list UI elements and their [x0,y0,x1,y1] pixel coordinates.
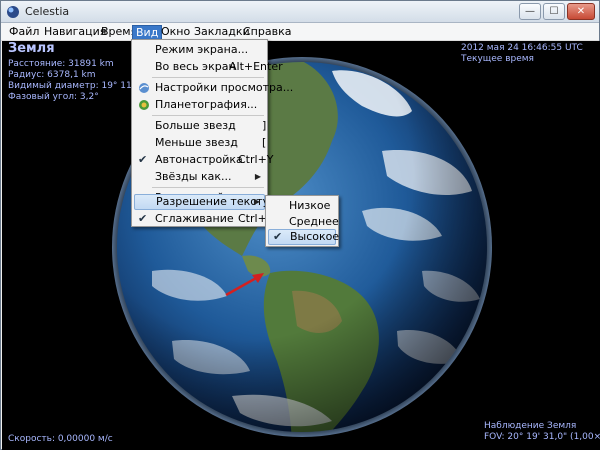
celestia-window: Celestia — ☐ ✕ Файл Навигация Время Вид … [0,0,600,450]
texture-resolution-submenu: Низкое Среднее ✔ Высокое [265,195,339,247]
view-options-icon [139,83,149,93]
menu-item-label: Сглаживание [155,212,234,225]
shortcut-label: ] [262,119,267,132]
menu-file[interactable]: Файл [6,25,42,40]
menu-separator [152,187,264,188]
shortcut-label: Alt+Enter [229,60,283,73]
menu-item-label: Режим экрана... [155,43,249,56]
menu-item-texture-low[interactable]: Низкое [268,198,336,214]
menu-help[interactable]: Справка [240,25,294,40]
menu-item-label: Больше звезд [155,119,236,132]
time-mode: Текущее время [461,54,534,64]
observation-target: Наблюдение Земля [484,421,577,431]
menu-item-label: Автонастройка [155,153,243,166]
menu-item-texture-resolution[interactable]: Разрешение текстур ▶ [134,194,276,210]
menu-item-planetography[interactable]: Планетография... [134,97,265,113]
menu-item-label: Высокое [290,230,340,243]
menu-item-view-options[interactable]: Настройки просмотра... [134,80,293,96]
menu-separator [152,77,264,78]
observer-panel: Наблюдение Земля FOV: 20° 19' 31,0" (1,0… [484,421,600,443]
menu-separator [152,115,264,116]
current-datetime: 2012 мая 24 16:46:55 UTC [461,43,583,53]
menu-item-fewer-stars[interactable]: Меньше звезд [ [134,135,267,151]
close-button[interactable]: ✕ [567,3,595,20]
submenu-arrow-icon: ▶ [254,172,261,181]
menu-item-label: Планетография... [155,98,258,111]
celestia-app-icon [7,6,19,18]
window-title: Celestia [25,5,70,18]
info-radius: Радиус: 6378,1 km [8,70,96,80]
menu-item-antialiasing[interactable]: ✔ Сглаживание Ctrl+X [134,211,274,227]
menu-item-fullscreen[interactable]: Во весь экран Alt+Enter [134,59,283,75]
menu-bar: Файл Навигация Время Вид Окно Закладки С… [1,23,599,41]
annotation-arrow-icon [225,273,264,297]
menu-window[interactable]: Окно [158,25,193,40]
selected-object-name: Земля [8,41,55,56]
maximize-button[interactable]: ☐ [543,3,565,20]
checkmark-icon: ✔ [138,212,148,225]
menu-item-more-stars[interactable]: Больше звезд ] [134,118,267,134]
menu-item-star-style[interactable]: Звёзды как... ▶ [134,169,265,185]
speed-readout: Скорость: 0,00000 м/с [8,434,113,444]
menu-item-label: Меньше звезд [155,136,238,149]
menu-item-label: Среднее [289,215,339,228]
shortcut-label: Ctrl+Y [238,153,274,166]
menu-item-label: Настройки просмотра... [155,81,294,94]
view-menu-dropdown: Режим экрана... Во весь экран Alt+Enter … [131,39,293,227]
menu-item-label: Во весь экран [155,60,236,73]
info-phase-angle: Фазовый угол: 3,2° [8,92,99,102]
checkmark-icon: ✔ [273,230,283,243]
submenu-arrow-icon: ▶ [253,197,260,206]
info-apparent-diameter: Видимый диаметр: 19° 11' 17. [8,81,152,91]
minimize-button[interactable]: — [519,3,541,20]
checkmark-icon: ✔ [138,153,148,166]
menu-item-texture-high[interactable]: ✔ Высокое [268,229,340,245]
object-info-panel: Расстояние: 31891 km Радиус: 6378,1 km В… [8,59,151,103]
menu-item-texture-medium[interactable]: Среднее [268,214,339,230]
info-distance: Расстояние: 31891 km [8,59,114,69]
fov-readout: FOV: 20° 19' 31,0" (1,00×) [484,432,600,442]
menu-item-label: Звёзды как... [155,170,232,183]
menu-item-auto-magnitude[interactable]: ✔ Автонастройка Ctrl+Y [134,152,274,168]
title-bar[interactable]: Celestia — ☐ ✕ [1,1,599,23]
menu-item-screen-mode[interactable]: Режим экрана... [134,42,265,58]
shortcut-label: [ [262,136,267,149]
menu-item-label: Низкое [289,199,331,212]
planetography-icon [139,100,149,110]
time-panel: 2012 мая 24 16:46:55 UTC Текущее время [461,43,583,65]
